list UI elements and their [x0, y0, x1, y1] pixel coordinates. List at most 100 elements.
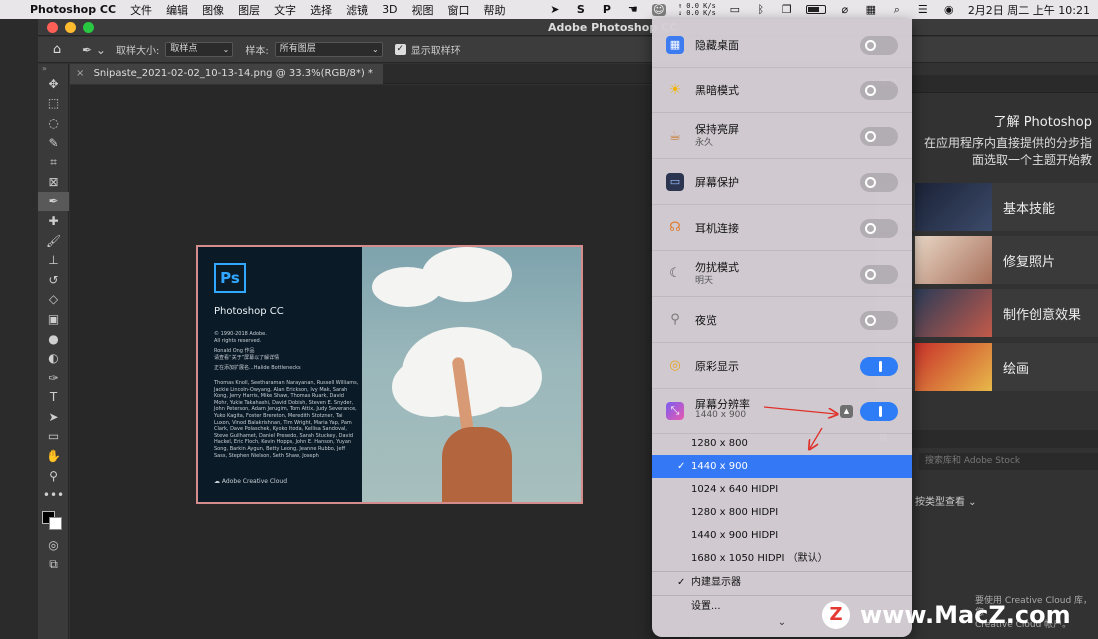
menu-item-screensaver[interactable]: ▭ 屏幕保护 [652, 160, 912, 205]
menu-item-keep-awake[interactable]: ☕ 保持亮屏 永久 [652, 114, 912, 159]
quick-toggle-menu: ▦ 隐藏桌面 ☀ 黑暗模式 ☕ 保持亮屏 永久 ▭ 屏幕保护 ☊ 耳机连接 ☾ … [652, 19, 912, 637]
quick-mask-icon[interactable]: ◎ [38, 535, 69, 555]
resolution-toggle[interactable] [860, 402, 898, 421]
eyedropper-preset-icon[interactable]: ✒ ⌄ [76, 43, 116, 57]
control-center-icon[interactable]: ☰ [916, 3, 930, 16]
resolution-option[interactable]: 1024 x 640 HIDPI [652, 478, 912, 501]
resolution-option[interactable]: 1280 x 800 [652, 432, 912, 455]
gradient-tool-icon[interactable]: ▣ [38, 309, 69, 329]
minimize-window-button[interactable] [65, 22, 76, 33]
menu-image[interactable]: 图像 [202, 2, 224, 18]
move-tool-icon[interactable]: ✥ [38, 74, 69, 94]
type-tool-icon[interactable]: T [38, 388, 69, 408]
night-shift-toggle[interactable] [860, 311, 898, 330]
menu-type[interactable]: 文字 [274, 2, 296, 18]
dark-mode-toggle[interactable] [860, 81, 898, 100]
menu-edit[interactable]: 编辑 [166, 2, 188, 18]
resolution-option[interactable]: 1280 x 800 HIDPI [652, 501, 912, 524]
document-tab[interactable]: × Snipaste_2021-02-02_10-13-14.png @ 33.… [70, 64, 383, 84]
learn-item-label: 制作创意效果 [1003, 308, 1082, 323]
app-menu-name[interactable]: Photoshop CC [30, 3, 116, 16]
menu-item-true-tone[interactable]: ◎ 原彩显示 [652, 344, 912, 389]
quick-select-tool-icon[interactable]: ✎ [38, 133, 69, 153]
frame-tool-icon[interactable]: ⊠ [38, 172, 69, 192]
menu-item-label: 原彩显示 [695, 360, 739, 373]
path-select-tool-icon[interactable]: ➤ [38, 407, 69, 427]
menu-file[interactable]: 文件 [130, 2, 152, 18]
dodge-tool-icon[interactable]: ◐ [38, 348, 69, 368]
screenshot-icon[interactable]: ❐ [780, 3, 794, 16]
menu-window[interactable]: 窗口 [448, 2, 470, 18]
keep-awake-toggle[interactable] [860, 127, 898, 146]
menu-item-night-shift[interactable]: ⚲ 夜览 [652, 298, 912, 343]
resolution-option-selected[interactable]: ✓ 1440 x 900 [652, 455, 912, 478]
p-icon[interactable]: P [600, 3, 614, 16]
pen-tool-icon[interactable]: ✑ [38, 368, 69, 388]
menu-item-sublabel: 永久 [695, 138, 714, 148]
blur-tool-icon[interactable]: ● [38, 329, 69, 349]
library-filter-select[interactable]: 按类型查看 ⌄ [915, 493, 977, 508]
menu-item-headphones[interactable]: ☊ 耳机连接 [652, 206, 912, 251]
hand-icon[interactable]: ☚ [626, 3, 640, 16]
wifi-off-icon[interactable]: ⌀ [838, 3, 852, 16]
menu-item-screen-resolution[interactable]: ⤡ 屏幕分辨率 1440 x 900 ▲ [652, 389, 912, 434]
sample-size-select[interactable]: 取样点 ⌄ [165, 42, 234, 57]
bluetooth-icon[interactable]: ᛒ [754, 3, 768, 16]
rectangle-tool-icon[interactable]: ▭ [38, 427, 69, 447]
eyedropper-tool-icon[interactable]: ✒ [38, 191, 69, 212]
crop-tool-icon[interactable]: ⌗ [38, 152, 69, 172]
background-color-swatch[interactable] [49, 517, 62, 531]
search-icon[interactable]: ⌕ [890, 3, 904, 16]
sample-select[interactable]: 所有图层 ⌄ [274, 42, 383, 57]
siri-icon[interactable]: ◉ [942, 3, 956, 16]
close-tab-icon[interactable]: × [76, 68, 84, 79]
screen: Photoshop CC 文件 编辑 图像 图层 文字 选择 滤镜 3D 视图 … [0, 0, 1098, 639]
menu-item-label: 隐藏桌面 [695, 39, 739, 52]
app-grid-icon[interactable]: ▦ [864, 3, 878, 16]
screen-mode-icon[interactable]: ⧉ [38, 555, 69, 575]
collapse-toolbar-icon[interactable]: » [38, 64, 68, 74]
marquee-tool-icon[interactable]: ⬚ [38, 94, 69, 114]
menu-view[interactable]: 视图 [412, 2, 434, 18]
menu-3d[interactable]: 3D [382, 3, 397, 16]
eraser-tool-icon[interactable]: ◇ [38, 290, 69, 310]
show-sampling-ring-checkbox[interactable]: ✓ [394, 44, 406, 55]
menubar-clock[interactable]: 2月2日 周二 上午 10:21 [968, 2, 1090, 18]
stamp-tool-icon[interactable]: ⊥ [38, 250, 69, 270]
canvas-area[interactable]: Ps Photoshop CC © 1990-2018 Adobe. All r… [70, 85, 690, 639]
history-brush-tool-icon[interactable]: ↺ [38, 270, 69, 290]
airplay-icon[interactable]: ▭ [728, 3, 742, 16]
close-window-button[interactable] [47, 22, 58, 33]
menu-filter[interactable]: 滤镜 [346, 2, 368, 18]
more-tools-icon[interactable]: ••• [38, 485, 69, 505]
builtin-display-item[interactable]: ✓ 内建显示器 [652, 571, 912, 594]
menu-item-hide-desktop[interactable]: ▦ 隐藏桌面 [652, 23, 912, 68]
color-swatches[interactable] [38, 505, 69, 535]
expand-resolutions-button[interactable]: ▲ [840, 405, 853, 418]
sample-size-label: 取样大小: [116, 46, 160, 57]
true-tone-toggle[interactable] [860, 357, 898, 376]
hand-tool-icon[interactable]: ✋ [38, 446, 69, 466]
battery-icon[interactable] [805, 5, 826, 14]
healing-brush-tool-icon[interactable]: ✚ [38, 211, 69, 231]
hide-desktop-toggle[interactable] [860, 36, 898, 55]
control-center-app-icon[interactable]: ☺ [651, 3, 666, 16]
home-icon[interactable]: ⌂ [38, 42, 76, 57]
screensaver-toggle[interactable] [860, 173, 898, 192]
resolution-option[interactable]: 1440 x 900 HIDPI [652, 524, 912, 547]
zoom-window-button[interactable] [83, 22, 94, 33]
menu-help[interactable]: 帮助 [484, 2, 506, 18]
brush-tool-icon[interactable]: 🖌 [38, 231, 69, 251]
snagit-icon[interactable]: S [574, 3, 588, 16]
library-search-input[interactable]: 搜索库和 Adobe Stock [919, 453, 1098, 470]
send-icon[interactable]: ➤ [548, 3, 562, 16]
menu-layer[interactable]: 图层 [238, 2, 260, 18]
menu-item-dark-mode[interactable]: ☀ 黑暗模式 [652, 68, 912, 113]
headphones-toggle[interactable] [860, 219, 898, 238]
menu-item-do-not-disturb[interactable]: ☾ 勿扰模式 明天 [652, 252, 912, 297]
do-not-disturb-toggle[interactable] [860, 265, 898, 284]
lasso-tool-icon[interactable]: ◌ [38, 113, 69, 133]
resolution-option[interactable]: 1680 x 1050 HIDPI （默认） [652, 547, 912, 570]
zoom-tool-icon[interactable]: ⚲ [38, 466, 69, 486]
menu-select[interactable]: 选择 [310, 2, 332, 18]
